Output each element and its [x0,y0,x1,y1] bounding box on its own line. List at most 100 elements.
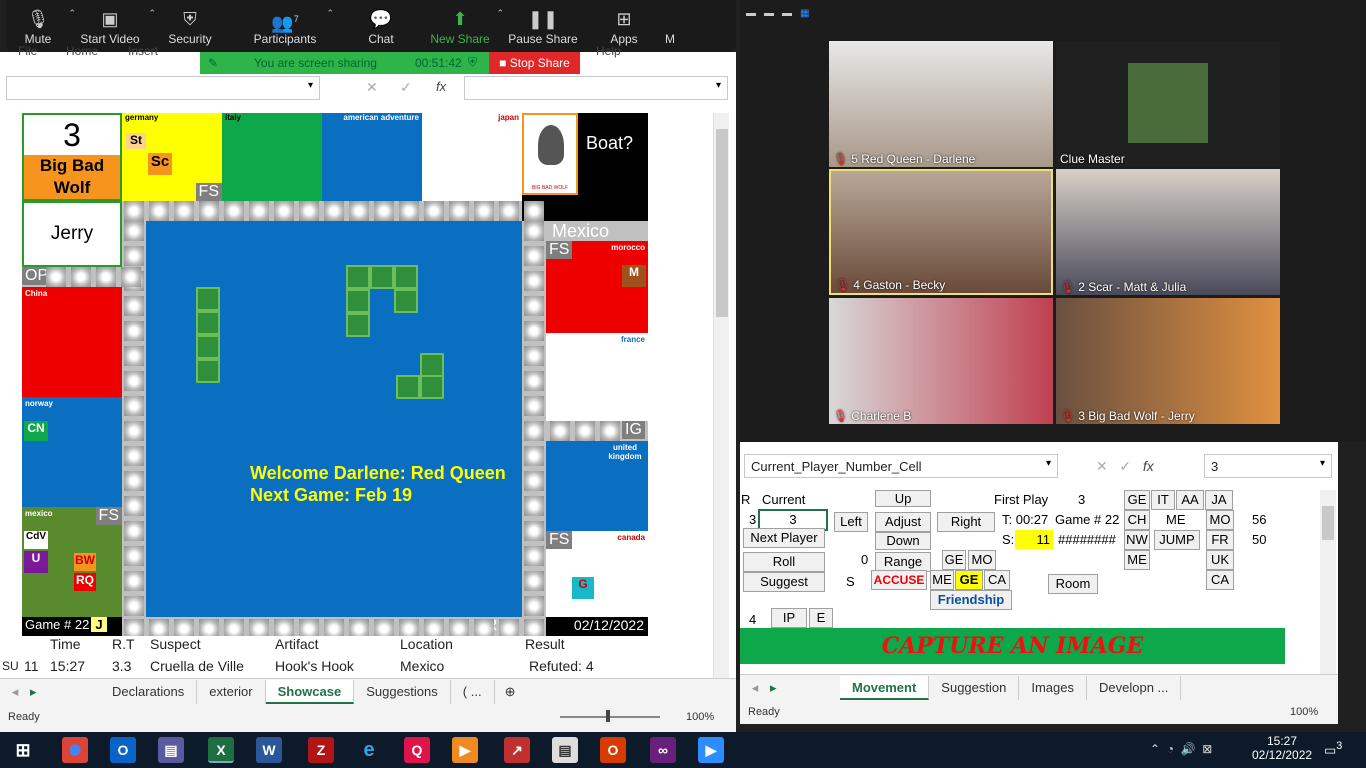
e-button[interactable]: E [809,608,833,628]
code-ge-highlight[interactable]: GE [955,570,983,590]
left-status-bar: Ready 100% [0,704,736,732]
name-box[interactable]: Current_Player_Number_Cell ▾ [744,454,1058,478]
menu-help[interactable]: Help [596,44,621,58]
video-tile[interactable]: 🎙 2 Scar - Matt & Julia [1056,169,1280,295]
ie-icon[interactable]: e [356,737,382,763]
windows-start-icon[interactable]: ⊞ [10,737,36,763]
word-icon[interactable]: W [256,737,282,763]
right-button[interactable]: Right [937,512,995,532]
security-button[interactable]: ⛨ Security [150,0,230,52]
tab-images[interactable]: Images [1019,675,1087,700]
tab-suggestion[interactable]: Suggestion [929,675,1020,700]
pause-icon: ❚❚ [527,9,559,29]
roll-button[interactable]: Roll [743,552,825,572]
video-tile-active[interactable]: 🎙 4 Gaston - Becky [829,169,1053,295]
tab-development[interactable]: Developn ... [1087,675,1182,700]
code-ca-2[interactable]: CA [1206,570,1234,590]
participants-button[interactable]: 👥7 Participants ⌃ [230,0,340,52]
track-stud [124,496,144,516]
video-tile[interactable]: 🎙 5 Red Queen - Darlene [829,41,1053,167]
explorer-icon[interactable]: ▤ [158,737,184,763]
adjust-button[interactable]: Adjust [875,512,931,532]
clock[interactable]: 15:27 02/12/2022 [1252,734,1312,762]
code-me[interactable]: ME [930,570,954,590]
jump-button[interactable]: JUMP [1154,530,1200,550]
stop-share-button[interactable]: ■ Stop Share [489,52,580,74]
fx-icon[interactable]: fx [1143,458,1154,474]
cancel-icon[interactable]: ✕ [1096,458,1108,474]
code-uk[interactable]: UK [1206,550,1234,570]
video-tile[interactable]: 🎙 Charlene B [829,298,1053,424]
mute-button[interactable]: 🎙 Mute ⌃ [6,0,76,52]
tab-exterior[interactable]: exterior [197,679,266,704]
vertical-scrollbar[interactable] [1320,490,1336,674]
code-ge[interactable]: GE [942,550,966,570]
code-mo[interactable]: MO [1206,510,1234,530]
accuse-button[interactable]: ACCUSE [871,570,927,590]
ip-button[interactable]: IP [771,608,807,628]
fx-icon[interactable]: fx [436,79,446,94]
formula-bar[interactable]: 3 ▾ [1204,454,1332,478]
code-ja[interactable]: JA [1205,490,1233,510]
code-it[interactable]: IT [1151,490,1175,510]
formula-bar[interactable]: ▾ [464,76,728,100]
capture-image-button[interactable]: CAPTURE AN IMAGE [740,628,1285,664]
notification-icon[interactable]: ▭3 [1324,740,1342,758]
video-tile[interactable]: Clue Master [1056,41,1280,167]
code-fr[interactable]: FR [1206,530,1234,550]
tab-movement[interactable]: Movement [840,675,930,700]
app-icon[interactable]: ↗ [504,737,530,763]
chat-button[interactable]: 💬 Chat [340,0,422,52]
zoom-level: 100% [1290,706,1319,718]
code-ge[interactable]: GE [1124,490,1150,510]
next-player-button[interactable]: Next Player [743,528,825,548]
up-button[interactable]: Up [875,490,931,507]
code-aa[interactable]: AA [1176,490,1204,510]
system-tray-icons[interactable]: ⌃ ◔ 🔊 ⊠ [1150,742,1212,756]
zoom-slider[interactable] [606,710,610,722]
excel-icon[interactable]: X [208,737,234,763]
code-me-2[interactable]: ME [1124,550,1150,570]
code-ch[interactable]: CH [1124,510,1150,530]
tab-showcase[interactable]: Showcase [265,679,355,704]
range-button[interactable]: Range [875,552,931,572]
pavilion-american-adventure: american adventure [322,113,422,201]
new-share-button[interactable]: ⬆ New Share ⌃ [422,0,504,52]
friendship-button[interactable]: Friendship [930,590,1012,610]
suggest-button[interactable]: Suggest [743,572,825,592]
office-icon[interactable]: O [600,737,626,763]
left-button[interactable]: Left [834,512,868,532]
pause-share-button[interactable]: ❚❚ Pause Share [498,0,588,52]
quicken-icon[interactable]: Q [404,737,430,763]
menu-home[interactable]: Home [66,44,98,58]
code-ca[interactable]: CA [984,570,1010,590]
tab-declarations[interactable]: Declarations [100,679,198,704]
cancel-icon[interactable]: ✕ [366,79,378,96]
room-button[interactable]: Room [1048,574,1098,594]
vertical-scrollbar[interactable] [713,113,729,678]
tab-suggestions[interactable]: Suggestions [354,679,451,704]
media-icon[interactable]: ▶ [452,737,478,763]
menu-insert[interactable]: Insert [128,44,158,58]
zoom-icon[interactable]: ▶ [698,737,724,763]
add-sheet-icon[interactable]: ⊕ [505,684,516,700]
track-stud [600,421,620,441]
enter-icon[interactable]: ✓ [1119,458,1131,474]
notepad-icon[interactable]: ▤ [552,737,578,763]
tab-more[interactable]: ( ... [451,679,495,704]
code-nw[interactable]: NW [1124,530,1150,550]
video-tile[interactable]: 🎙 3 Big Bad Wolf - Jerry [1056,298,1280,424]
chrome-icon[interactable] [62,737,88,763]
enter-icon[interactable]: ✓ [400,79,412,96]
filezilla-icon[interactable]: Z [308,737,334,763]
more-button[interactable]: M [660,0,680,52]
track-stud [124,371,144,391]
movement-sheet: R Current 3 3 Up Left Adjust Right Down … [740,490,1318,668]
menu-file[interactable]: File [18,44,37,58]
visual-studio-icon[interactable]: ∞ [650,737,676,763]
name-box[interactable]: ▾ [6,76,320,100]
down-button[interactable]: Down [875,532,931,550]
code-mo[interactable]: MO [968,550,996,570]
window-controls-icon[interactable]: ▬▬▬▦ [746,8,817,19]
outlook-icon[interactable]: O [110,737,136,763]
